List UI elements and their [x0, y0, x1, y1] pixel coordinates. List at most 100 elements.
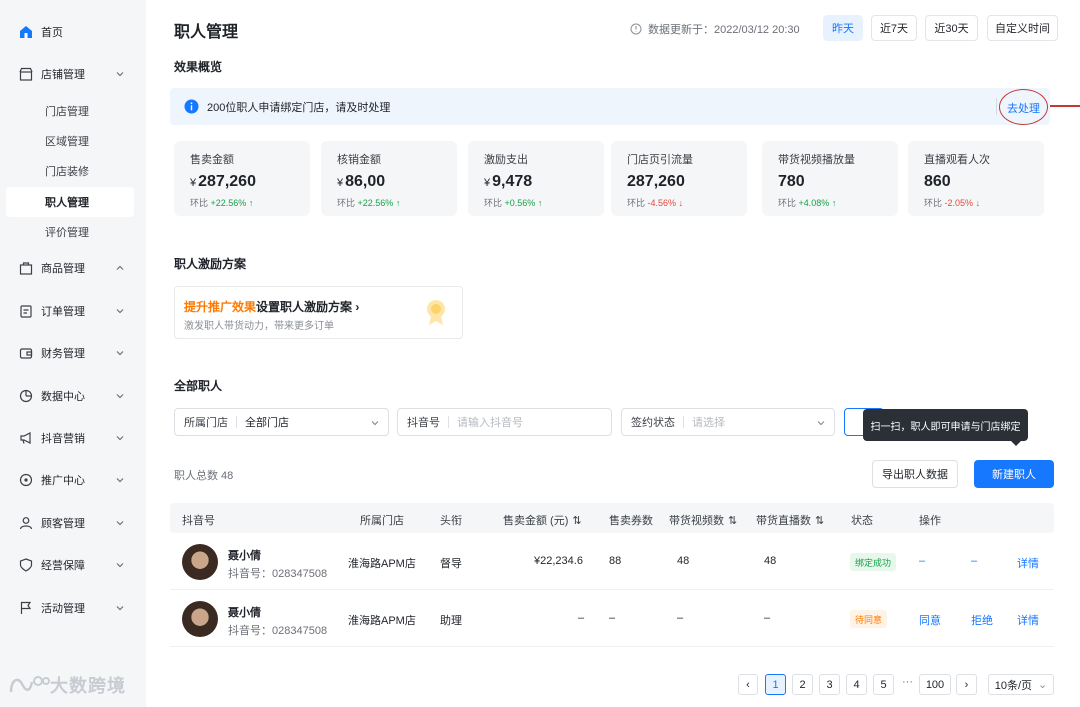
sidebar-item-goods[interactable]: 商品管理 — [6, 253, 134, 283]
annotation-circle — [999, 89, 1048, 125]
column-header: 抖音号 — [182, 515, 215, 527]
cell-lives: – — [764, 612, 771, 624]
chevron-right-icon: › — [964, 678, 969, 691]
next-page-button[interactable]: › — [956, 674, 977, 695]
incentive-highlight: 提升推广效果 — [184, 300, 257, 314]
chevron-down-icon — [116, 351, 124, 356]
arrow-up-icon: ↑ — [831, 198, 837, 208]
sidebar-sub-staff[interactable]: 职人管理 — [6, 187, 134, 217]
range-custom-button[interactable]: 自定义时间 — [987, 15, 1058, 41]
metric-label: 门店页引流量 — [627, 154, 693, 166]
filter-separator — [448, 416, 449, 428]
sidebar-item-promo[interactable]: 推广中心 — [6, 465, 134, 495]
chevron-down-icon — [116, 436, 124, 441]
watermark-text: 大数跨境 — [50, 676, 126, 696]
page-button[interactable]: 100 — [919, 674, 951, 695]
approve-link[interactable]: 同意 — [919, 612, 941, 628]
sort-icon: ⇅ — [728, 514, 738, 527]
incentive-card[interactable]: 提升推广效果设置职人激励方案 › 激发职人带货动力，带来更多订单 — [174, 286, 463, 339]
metric-compare: 环比 +22.56% ↑ — [190, 196, 310, 209]
sidebar-item-customer[interactable]: 顾客管理 — [6, 508, 134, 538]
sidebar-sub-review[interactable]: 评价管理 — [6, 217, 134, 247]
info-icon — [184, 99, 199, 114]
sidebar-sub-decoration[interactable]: 门店装修 — [6, 156, 134, 186]
detail-link[interactable]: 详情 — [1017, 555, 1039, 571]
page-title: 职人管理 — [174, 24, 239, 41]
incentive-card-title: 提升推广效果设置职人激励方案 › — [184, 298, 359, 315]
sidebar-item-order[interactable]: 订单管理 — [6, 296, 134, 326]
arrow-down-icon: ↓ — [678, 198, 684, 208]
sign-status-select[interactable]: 签约状态 请选择 — [621, 408, 835, 436]
page-size-select[interactable]: 10条/页 ⌄ — [988, 674, 1054, 695]
wallet-icon — [19, 348, 33, 359]
column-header-sortable[interactable]: 售卖金额 (元) ⇅ — [503, 512, 582, 528]
incentive-title: 职人激励方案 — [174, 257, 247, 271]
metric-number: 86,00 — [345, 173, 386, 190]
range-30days-button[interactable]: 近30天 — [925, 15, 978, 41]
sidebar-item-finance[interactable]: 财务管理 — [6, 338, 134, 368]
page-button[interactable]: 1 — [765, 674, 786, 695]
staff-title: 全部职人 — [174, 379, 223, 393]
watermark-logo-icon — [9, 676, 50, 693]
cell-store: 淮海路APM店 — [348, 615, 416, 627]
notice-bar: 200位职人申请绑定门店，请及时处理 去处理 — [170, 88, 1080, 125]
arrow-up-icon: ↑ — [395, 198, 401, 208]
sidebar-item-douyin[interactable]: 抖音营销 — [6, 423, 134, 453]
reject-link[interactable]: 拒绝 — [971, 612, 993, 628]
new-staff-button[interactable]: 新建职人 — [974, 460, 1054, 488]
chevron-down-icon — [817, 421, 825, 426]
column-header-sortable[interactable]: 带货视频数 ⇅ — [669, 512, 737, 528]
chevron-right-icon: › — [355, 300, 360, 314]
detail-link[interactable]: 详情 — [1017, 612, 1039, 628]
arrow-up-icon: ↑ — [248, 198, 254, 208]
douyin-id-input[interactable]: 抖音号 请输入抖音号 — [397, 408, 612, 436]
flag-icon — [20, 601, 32, 614]
metric-compare: 环比 -4.56% ↓ — [627, 196, 747, 209]
compare-change: +22.56% — [357, 198, 394, 208]
column-header-sortable[interactable]: 带货直播数 ⇅ — [756, 512, 824, 528]
filter-placeholder: 请输入抖音号 — [457, 417, 523, 429]
chevron-down-icon — [116, 309, 124, 314]
store-filter-select[interactable]: 所属门店 全部门店 — [174, 408, 389, 436]
clock-icon — [630, 23, 642, 35]
cell-videos: – — [677, 612, 684, 624]
sidebar-item-home[interactable]: 首页 — [6, 17, 134, 47]
compare-label: 环比 — [924, 198, 943, 208]
metric-label: 核销金额 — [337, 154, 381, 166]
prev-page-button[interactable]: ‹ — [738, 674, 758, 695]
arrow-down-icon: ↓ — [975, 198, 981, 208]
arrow-up-icon: ↑ — [537, 198, 543, 208]
metric-compare: 环比 -2.05% ↓ — [924, 196, 1044, 209]
table-header: 抖音号 所属门店 头衔 售卖金额 (元) ⇅ 售卖券数 带货视频数 ⇅ 带货直播数 ⇅… — [170, 503, 1054, 533]
page-button[interactable]: 4 — [846, 674, 867, 695]
page-button[interactable]: 2 — [792, 674, 813, 695]
status-badge: 绑定成功 — [850, 553, 897, 571]
sidebar-item-data[interactable]: 数据中心 — [6, 381, 134, 411]
chevron-down-icon — [116, 563, 124, 568]
page-button[interactable]: 5 — [873, 674, 894, 695]
overview-title: 效果概览 — [174, 60, 223, 74]
metric-number: 287,260 — [198, 173, 256, 190]
metric-value: ¥86,00 — [337, 173, 457, 191]
op-action-2[interactable]: – — [971, 555, 977, 567]
filter-separator — [683, 416, 684, 428]
column-header: 操作 — [919, 515, 941, 527]
user-icon — [19, 517, 33, 530]
sidebar-item-store[interactable]: 店铺管理 — [6, 59, 134, 89]
op-action-1[interactable]: – — [919, 555, 925, 567]
export-staff-button[interactable]: 导出职人数据 — [872, 460, 958, 488]
sidebar-sub-region[interactable]: 区域管理 — [6, 126, 134, 156]
sort-icon: ⇅ — [572, 514, 582, 527]
sidebar: 首页 店铺管理 门店管理 区域管理 门店装修 职人管理 评价管理 商品管理 订单… — [0, 0, 146, 707]
store-icon — [19, 67, 33, 81]
column-header: 头衔 — [440, 515, 462, 527]
page-button[interactable]: 3 — [819, 674, 840, 695]
avatar — [182, 601, 218, 637]
column-header: 售卖券数 — [609, 515, 653, 527]
range-yesterday-button[interactable]: 昨天 — [823, 15, 863, 41]
sidebar-item-activity[interactable]: 活动管理 — [6, 593, 134, 623]
range-7days-button[interactable]: 近7天 — [871, 15, 917, 41]
metric-number: 780 — [778, 173, 805, 190]
sidebar-item-assurance[interactable]: 经营保障 — [6, 550, 134, 580]
sidebar-sub-store-manage[interactable]: 门店管理 — [6, 96, 134, 126]
